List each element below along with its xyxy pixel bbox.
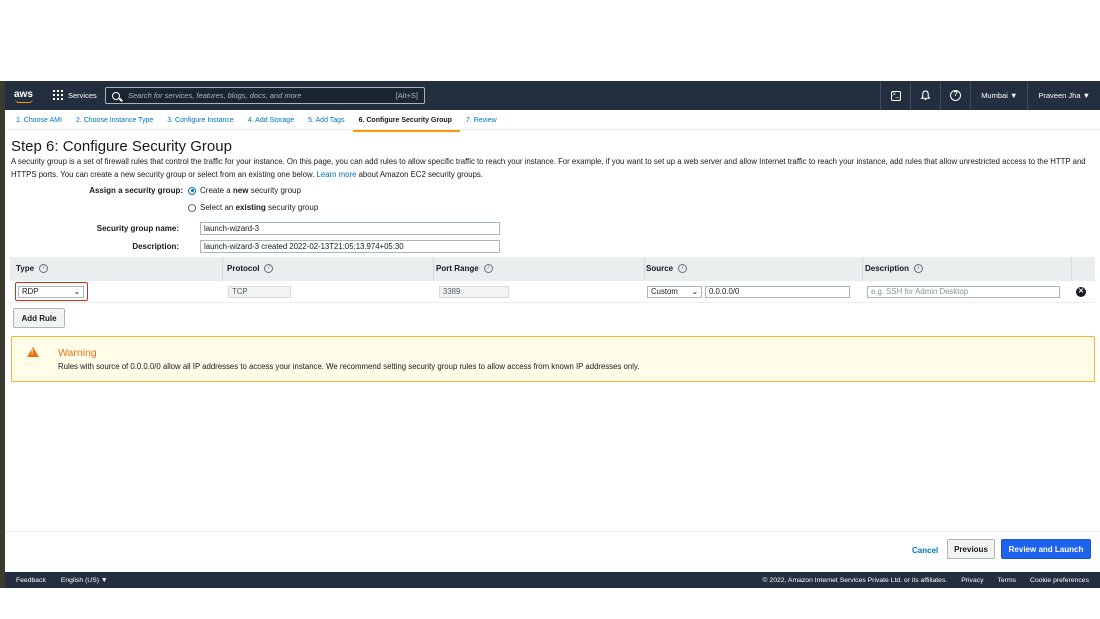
source-select[interactable]: Custom ⌄: [647, 286, 702, 298]
top-navigation: aws Services Search for services, featur…: [5, 81, 1100, 110]
add-rule-button[interactable]: Add Rule: [13, 308, 65, 328]
source-cidr-value: 0.0.0.0/0: [709, 287, 740, 296]
radio-create-new-label: Create a new security group: [200, 186, 301, 195]
col-port-range: Port Range i: [436, 264, 493, 273]
protocol-field: TCP: [228, 286, 291, 298]
page-intro: A security group is a set of firewall ru…: [11, 156, 1096, 181]
col-source: Source i: [646, 264, 688, 273]
security-group-name-field[interactable]: launch-wizard-3: [200, 222, 500, 235]
port-range-field: 3389: [439, 286, 509, 298]
services-label: Services: [68, 90, 97, 100]
info-icon[interactable]: i: [39, 264, 49, 273]
browser-frame: aws Services Search for services, featur…: [0, 81, 1100, 588]
source-select-value: Custom: [651, 287, 678, 296]
aws-logo[interactable]: aws: [14, 89, 36, 103]
terms-link[interactable]: Terms: [998, 577, 1017, 584]
type-highlight-box: [15, 282, 88, 301]
cookie-preferences-link[interactable]: Cookie preferences: [1030, 577, 1089, 584]
info-icon[interactable]: i: [678, 264, 688, 273]
security-group-name-label: Security group name:: [96, 224, 179, 233]
radio-select-existing-label: Select an existing security group: [200, 203, 319, 212]
rule-description-input[interactable]: e.g. SSH for Admin Desktop: [867, 286, 1060, 298]
col-type: Type i: [16, 264, 49, 273]
privacy-link[interactable]: Privacy: [961, 577, 983, 584]
warning-title: Warning: [58, 347, 97, 359]
rule-description-placeholder: e.g. SSH for Admin Desktop: [871, 287, 969, 296]
rules-table-header: Type i Protocol i Port Range i Source i Desc…: [10, 257, 1095, 281]
previous-button[interactable]: Previous: [947, 539, 995, 559]
info-icon[interactable]: i: [914, 264, 924, 273]
cloudshell-icon[interactable]: >_: [880, 81, 910, 110]
remove-rule-icon[interactable]: ✕: [1076, 287, 1086, 297]
col-protocol: Protocol i: [227, 264, 274, 273]
copyright-text: © 2022, Amazon Internet Services Private…: [762, 576, 948, 584]
column-divider: [644, 257, 645, 281]
language-selector[interactable]: English (US) ▼: [61, 577, 108, 584]
search-input[interactable]: Search for services, features, blogs, do…: [105, 87, 425, 104]
assign-label: Assign a security group:: [89, 186, 183, 195]
aws-smile-icon: [15, 99, 33, 103]
column-divider: [222, 257, 223, 281]
review-and-launch-button[interactable]: Review and Launch: [1001, 539, 1091, 559]
console-footer: Feedback English (US) ▼ © 2022, Amazon I…: [5, 572, 1100, 588]
tabs-divider: [5, 129, 1100, 130]
console-screen: aws Services Search for services, featur…: [5, 81, 1100, 588]
bell-icon[interactable]: [910, 81, 940, 110]
column-divider: [1071, 257, 1072, 281]
learn-more-link[interactable]: Learn more: [317, 170, 357, 179]
region-selector[interactable]: Mumbai ▼: [970, 81, 1027, 110]
search-icon: [112, 91, 120, 100]
radio-create-new[interactable]: Create a new security group: [188, 186, 301, 195]
cancel-button[interactable]: Cancel: [912, 546, 938, 555]
warning-icon: !: [27, 347, 39, 357]
intro-text: A security group is a set of firewall ru…: [11, 157, 1086, 179]
page-title: Step 6: Configure Security Group: [11, 138, 232, 155]
source-cidr-input[interactable]: 0.0.0.0/0: [705, 286, 850, 298]
radio-selected-icon: [188, 186, 196, 195]
grid-icon: [53, 90, 63, 100]
radio-select-existing[interactable]: Select an existing security group: [188, 203, 318, 212]
services-menu[interactable]: Services: [53, 90, 97, 100]
feedback-link[interactable]: Feedback: [16, 577, 46, 584]
nav-right: >_ ? Mumbai ▼ Praveen Jha ▼: [880, 81, 1100, 110]
intro-tail: about Amazon EC2 security groups.: [358, 169, 483, 179]
info-icon[interactable]: i: [483, 264, 493, 273]
warning-alert: ! Warning Rules with source of 0.0.0.0/0…: [11, 336, 1095, 382]
warning-text: Rules with source of 0.0.0.0/0 allow all…: [58, 362, 640, 371]
info-icon[interactable]: i: [264, 264, 274, 273]
chevron-down-icon: ⌄: [691, 287, 698, 296]
description-label: Description:: [132, 242, 179, 251]
column-divider: [862, 257, 863, 281]
search-shortcut: [Alt+S]: [395, 91, 418, 100]
table-row: RDP ⌄ TCP 3389 Custom ⌄ 0.0.0.0/0 e.g. S…: [10, 281, 1095, 303]
search-placeholder: Search for services, features, blogs, do…: [128, 91, 302, 100]
column-divider: [433, 257, 434, 281]
help-icon[interactable]: ?: [940, 81, 970, 110]
col-description: Description i: [865, 264, 924, 273]
account-menu[interactable]: Praveen Jha ▼: [1027, 81, 1100, 110]
description-field[interactable]: launch-wizard-3 created 2022-02-13T21:05…: [200, 240, 500, 253]
radio-unselected-icon: [188, 203, 196, 212]
